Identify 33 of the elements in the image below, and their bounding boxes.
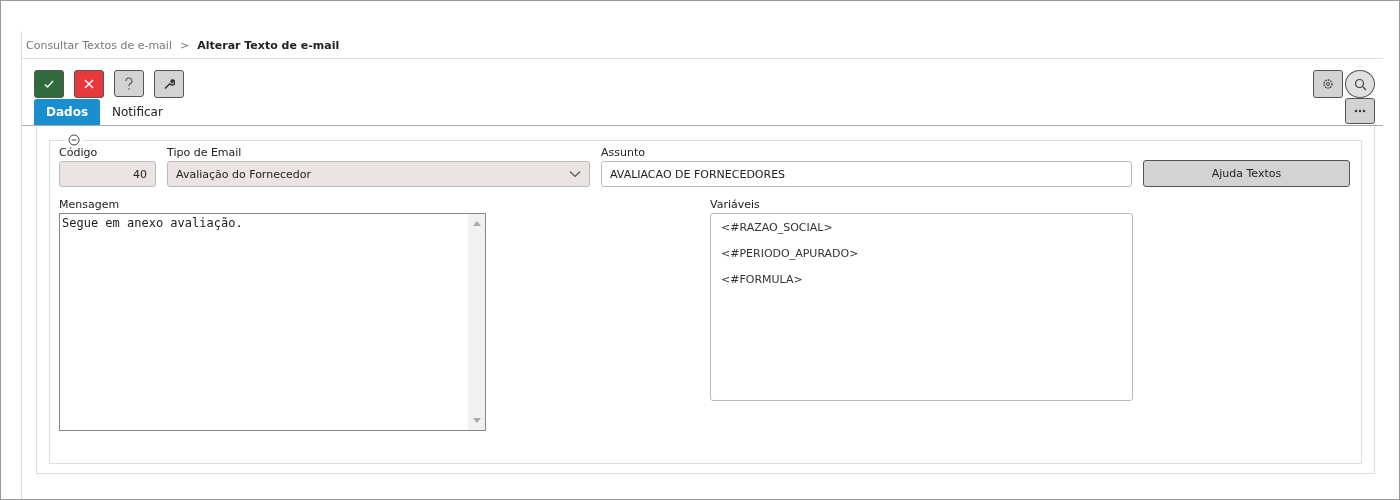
search-icon (1353, 77, 1367, 91)
close-icon (83, 78, 95, 90)
variable-item[interactable]: <#FORMULA> (721, 273, 803, 286)
question-icon (124, 76, 134, 91)
tools-button[interactable] (154, 70, 184, 98)
help-texts-button[interactable]: Ajuda Textos (1143, 160, 1350, 187)
message-field[interactable]: Segue em anexo avaliação. (59, 213, 486, 431)
wrench-icon (163, 78, 175, 90)
collapse-icon[interactable] (68, 134, 80, 146)
cancel-button[interactable] (74, 70, 104, 98)
dropdown-value: Avaliação do Fornecedor (176, 167, 311, 181)
field-label: Código (59, 146, 99, 159)
field-label: Assunto (601, 146, 646, 159)
confirm-button[interactable] (34, 70, 64, 98)
breadcrumb-separator: > (180, 39, 190, 52)
subject-field[interactable]: AVALIACAO DE FORNECEDORES (601, 161, 1132, 187)
settings-icon (1322, 78, 1334, 90)
tab[interactable]: Dados (34, 99, 101, 125)
chevron-down-icon (569, 170, 581, 178)
search-button[interactable] (1345, 70, 1375, 98)
more-icon (1354, 109, 1366, 113)
field-label: Mensagem (59, 198, 121, 211)
field-label: Variáveis (710, 198, 761, 211)
breadcrumb-link[interactable]: Consultar Textos de e-mail (26, 39, 172, 52)
variable-item[interactable]: <#RAZAO_SOCIAL> (721, 221, 833, 234)
more-button[interactable] (1345, 98, 1375, 124)
page-title: Alterar Texto de e-mail (197, 39, 340, 52)
help-button[interactable] (114, 70, 144, 97)
check-icon (43, 78, 55, 90)
message-text: Segue em anexo avaliação. (61, 215, 244, 232)
field-label: Tipo de Email (167, 146, 243, 159)
variable-item[interactable]: <#PERIODO_APURADO> (721, 247, 859, 260)
settings-button[interactable] (1313, 70, 1343, 98)
